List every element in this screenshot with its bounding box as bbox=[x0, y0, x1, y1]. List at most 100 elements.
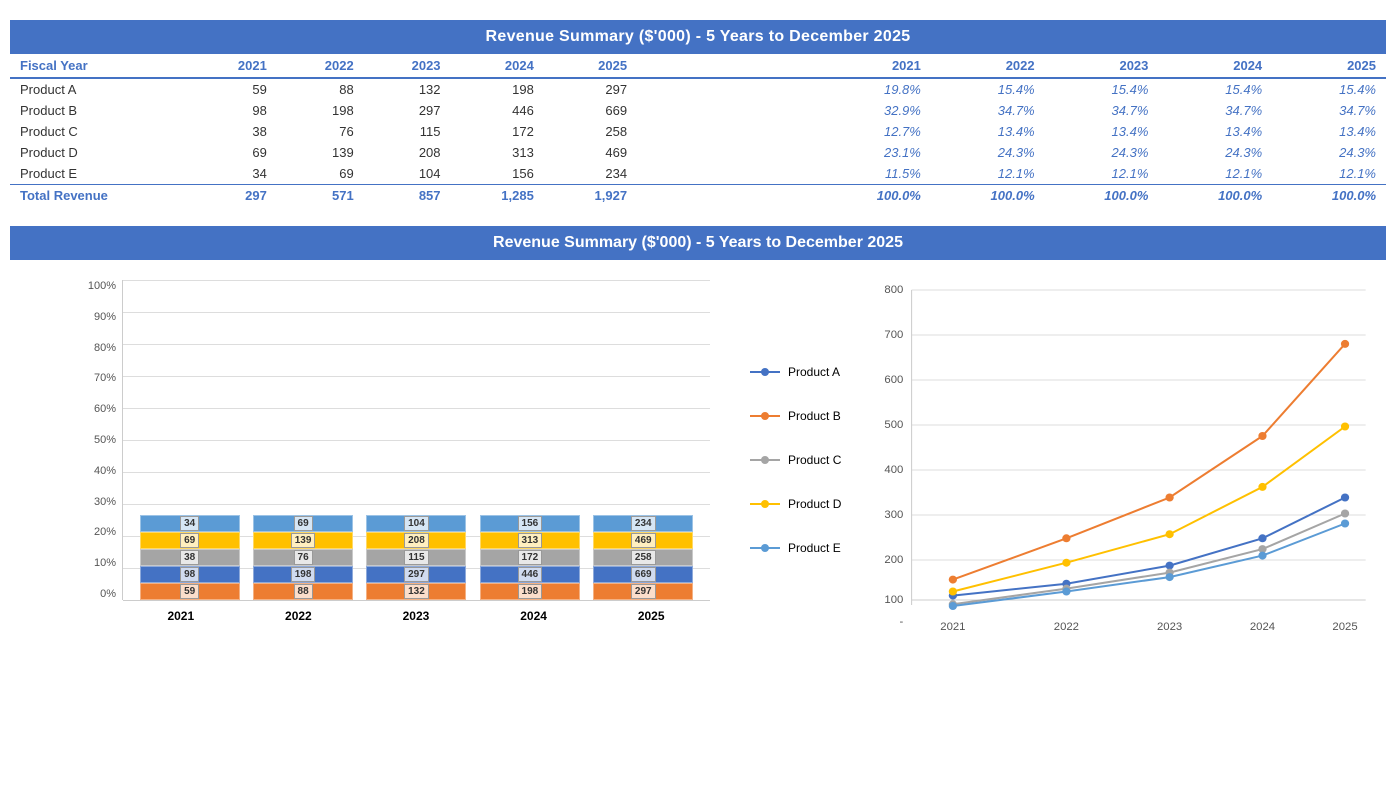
dot-b-2021 bbox=[949, 576, 957, 584]
y-10: 10% bbox=[94, 557, 116, 569]
legend-label-a: Product A bbox=[788, 365, 840, 379]
dot-e-2025 bbox=[1341, 520, 1349, 528]
bar-stack-2024: 198446172313156 bbox=[480, 515, 580, 600]
pct-cell: 11.5% bbox=[817, 163, 931, 185]
legend-line-c bbox=[750, 455, 780, 465]
charts-title: Revenue Summary ($'000) - 5 Years to Dec… bbox=[10, 226, 1386, 260]
pct-cell: 12.1% bbox=[931, 163, 1045, 185]
bar-label-2021-D: 69 bbox=[180, 533, 199, 548]
pct-cell: 34.7% bbox=[931, 100, 1045, 121]
line-chart-area: Product A Product B Product C Product D bbox=[730, 260, 1386, 680]
grid-0 bbox=[123, 600, 710, 601]
bar-label-2021-A: 59 bbox=[180, 584, 199, 599]
table-cell: 88 bbox=[277, 78, 364, 100]
svg-text:800: 800 bbox=[884, 284, 903, 296]
table-cell: 59 bbox=[190, 78, 277, 100]
table-cell: 446 bbox=[451, 100, 544, 121]
bar-segment-2021-B: 98 bbox=[140, 566, 240, 583]
pct-cell: 24.3% bbox=[1272, 142, 1386, 163]
bar-segment-2025-B: 669 bbox=[593, 566, 693, 583]
bar-segment-2022-A: 88 bbox=[253, 583, 353, 600]
pct-cell: 12.1% bbox=[1045, 163, 1159, 185]
legend-label-b: Product B bbox=[788, 409, 841, 423]
bar-segment-2021-D: 69 bbox=[140, 532, 240, 549]
line-product-b bbox=[953, 344, 1345, 580]
product-name: Product E bbox=[10, 163, 190, 185]
year-2022-header: 2022 bbox=[277, 54, 364, 78]
pct-cell: 23.1% bbox=[817, 142, 931, 163]
bar-segment-2023-E: 104 bbox=[366, 515, 466, 532]
x-2025: 2025 bbox=[638, 609, 665, 623]
y-60: 60% bbox=[94, 403, 116, 415]
bar-segment-2022-D: 139 bbox=[253, 532, 353, 549]
bar-label-2023-B: 297 bbox=[404, 567, 429, 582]
pct-year-2023-header: 2023 bbox=[1045, 54, 1159, 78]
pct-cell: 15.4% bbox=[1158, 78, 1272, 100]
bar-segment-2023-C: 115 bbox=[366, 549, 466, 566]
legend-product-c: Product C bbox=[750, 453, 860, 467]
bar-segment-2023-B: 297 bbox=[366, 566, 466, 583]
spacer-cell bbox=[637, 185, 817, 207]
legend-panel: Product A Product B Product C Product D bbox=[740, 280, 860, 640]
pct-cell: 12.1% bbox=[1158, 163, 1272, 185]
bar-group-2023: 132297115208104 bbox=[361, 515, 471, 600]
pct-cell: 15.4% bbox=[931, 78, 1045, 100]
bar-segment-2025-A: 297 bbox=[593, 583, 693, 600]
bar-label-2024-E: 156 bbox=[518, 516, 543, 531]
spacer-header bbox=[637, 54, 817, 78]
bar-segment-2022-B: 198 bbox=[253, 566, 353, 583]
pct-cell: 34.7% bbox=[1158, 100, 1272, 121]
table-cell: 234 bbox=[544, 163, 637, 185]
year-2021-header: 2021 bbox=[190, 54, 277, 78]
table-cell: 258 bbox=[544, 121, 637, 142]
legend-line-b bbox=[750, 411, 780, 421]
bar-segment-2025-E: 234 bbox=[593, 515, 693, 532]
total-cell: 857 bbox=[364, 185, 451, 207]
bar-label-2024-B: 446 bbox=[518, 567, 543, 582]
bar-segment-2023-D: 208 bbox=[366, 532, 466, 549]
dot-b-2024 bbox=[1258, 432, 1266, 440]
bar-label-2023-C: 115 bbox=[404, 550, 428, 565]
bar-segment-2021-C: 38 bbox=[140, 549, 240, 566]
table-cell: 115 bbox=[364, 121, 451, 142]
bar-label-2021-B: 98 bbox=[180, 567, 199, 582]
bar-segment-2022-C: 76 bbox=[253, 549, 353, 566]
bar-segment-2024-C: 172 bbox=[480, 549, 580, 566]
dot-b-2025 bbox=[1341, 340, 1349, 348]
y-20: 20% bbox=[94, 526, 116, 538]
legend-line-d bbox=[750, 499, 780, 509]
bar-group-2021: 5998386934 bbox=[135, 515, 245, 600]
total-cell: 297 bbox=[190, 185, 277, 207]
legend-line-a bbox=[750, 367, 780, 377]
bar-stack-2023: 132297115208104 bbox=[366, 515, 466, 600]
bar-label-2024-D: 313 bbox=[518, 533, 543, 548]
bar-label-2025-D: 469 bbox=[631, 533, 656, 548]
line-chart-svg-container: 800 700 600 500 400 300 200 100 - 2021 2… bbox=[860, 280, 1376, 640]
y-80: 80% bbox=[94, 342, 116, 354]
pct-total-cell: 100.0% bbox=[1272, 185, 1386, 207]
legend-product-b: Product B bbox=[750, 409, 860, 423]
spacer-cell bbox=[637, 142, 817, 163]
pct-year-2022-header: 2022 bbox=[931, 54, 1045, 78]
bar-label-2025-A: 297 bbox=[631, 584, 656, 599]
product-name: Product B bbox=[10, 100, 190, 121]
table-cell: 469 bbox=[544, 142, 637, 163]
bar-label-2022-E: 69 bbox=[294, 516, 313, 531]
pct-cell: 13.4% bbox=[1272, 121, 1386, 142]
dot-a-2024 bbox=[1258, 534, 1266, 542]
dot-d-2022 bbox=[1062, 559, 1070, 567]
bar-segment-2025-C: 258 bbox=[593, 549, 693, 566]
dot-b-2022 bbox=[1062, 534, 1070, 542]
legend-label-e: Product E bbox=[788, 541, 841, 555]
stacked-bars: 5998386934881987613969132297115208104198… bbox=[123, 280, 710, 600]
table-cell: 297 bbox=[544, 78, 637, 100]
table-cell: 313 bbox=[451, 142, 544, 163]
pct-cell: 13.4% bbox=[931, 121, 1045, 142]
revenue-table: Fiscal Year 2021 2022 2023 2024 2025 202… bbox=[10, 54, 1386, 206]
table-row: Product A598813219829719.8%15.4%15.4%15.… bbox=[10, 78, 1386, 100]
product-name: Product D bbox=[10, 142, 190, 163]
bar-label-2024-C: 172 bbox=[518, 550, 543, 565]
bar-label-2021-C: 38 bbox=[180, 550, 199, 565]
bar-group-2024: 198446172313156 bbox=[475, 515, 585, 600]
bar-label-2022-A: 88 bbox=[294, 584, 313, 599]
